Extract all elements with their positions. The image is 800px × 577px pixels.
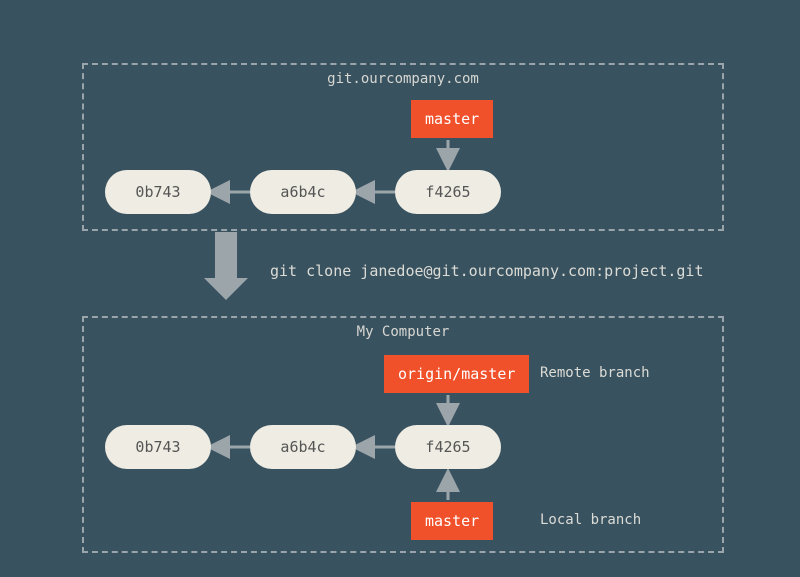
ref-local-master: master xyxy=(411,502,493,540)
clone-command: git clone janedoe@git.ourcompany.com:pro… xyxy=(270,262,703,280)
local-branch-label: Local branch xyxy=(540,512,641,528)
commit-node: a6b4c xyxy=(250,170,356,214)
commit-node: 0b743 xyxy=(105,170,211,214)
commit-node: f4265 xyxy=(395,170,501,214)
remote-branch-label: Remote branch xyxy=(540,365,650,381)
local-panel-title: My Computer xyxy=(357,324,450,340)
ref-origin-master: origin/master xyxy=(384,355,529,393)
remote-panel-title: git.ourcompany.com xyxy=(327,71,479,87)
clone-arrow-icon xyxy=(204,232,248,300)
commit-node: 0b743 xyxy=(105,425,211,469)
ref-master-remote: master xyxy=(411,100,493,138)
commit-node: f4265 xyxy=(395,425,501,469)
commit-node: a6b4c xyxy=(250,425,356,469)
